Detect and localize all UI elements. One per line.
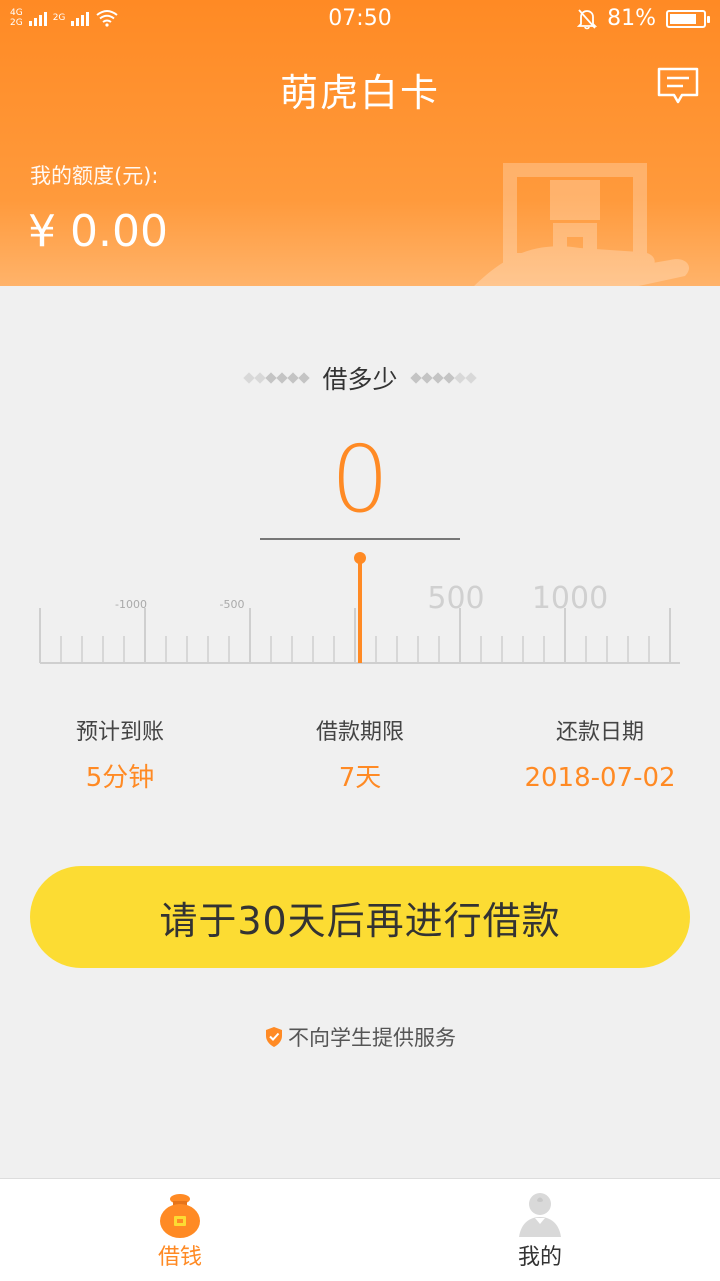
message-icon[interactable] [656,66,700,106]
battery-percent: 81% [607,6,656,31]
loan-amount-heading: 借多少 [0,358,720,398]
money-bag-icon [160,1194,200,1238]
info-repay-date: 还款日期 2018-07-02 [480,716,720,796]
student-notice: 不向学生提供服务 [0,1022,720,1052]
info-arrival: 预计到账 5分钟 [0,716,240,796]
loan-amount-value: 0 [330,426,390,533]
ruler-label: -500 [220,598,245,611]
info-value: 2018-07-02 [524,763,676,793]
tab-mine[interactable]: 我的 [360,1179,720,1281]
amount-slider-ruler[interactable]: -1000 -500 500 1000 [0,548,720,678]
info-term: 借款期限 7天 [240,716,480,796]
mute-bell-icon [577,8,598,29]
app-header: 4G 2G 2G 07:50 81% 萌虎白卡 我的额度(元): ¥ 0.00 [0,0,720,286]
card-hand-illustration [474,163,689,286]
status-bar: 4G 2G 2G 07:50 81% [0,0,720,40]
tab-borrow[interactable]: 借钱 [0,1179,360,1281]
info-label: 借款期限 [315,720,404,745]
amount-underline [260,538,460,540]
slider-handle[interactable] [354,552,366,564]
section-title: 借多少 [322,365,398,394]
info-label: 还款日期 [555,720,644,745]
tab-label: 我的 [517,1245,562,1270]
quota-value: ¥ 0.00 [28,206,168,257]
info-label: 预计到账 [75,720,164,745]
decorative-dots-right [409,372,477,384]
battery-fill [670,13,696,24]
status-right: 81% [577,6,710,31]
page-title: 萌虎白卡 [279,71,440,115]
ruler-label: 500 [427,581,484,616]
bottom-tab-bar: 借钱 我的 [0,1178,720,1281]
battery-icon [666,9,710,28]
info-value: 5分钟 [85,763,155,793]
tab-label: 借钱 [157,1245,202,1270]
user-icon [519,1193,561,1237]
info-value: 7天 [338,763,382,793]
shield-check-icon [266,1027,282,1047]
borrow-button[interactable]: 请于30天后再进行借款 [30,866,690,968]
notice-text: 不向学生提供服务 [288,1026,456,1050]
ruler-label: 1000 [532,581,608,616]
ruler-ticks [39,608,671,663]
loan-info-row: 预计到账 5分钟 借款期限 7天 还款日期 2018-07-02 [0,716,720,796]
ruler-label: -1000 [115,598,147,611]
quota-label: 我的额度(元): [30,164,159,188]
decorative-dots-left [243,372,311,384]
